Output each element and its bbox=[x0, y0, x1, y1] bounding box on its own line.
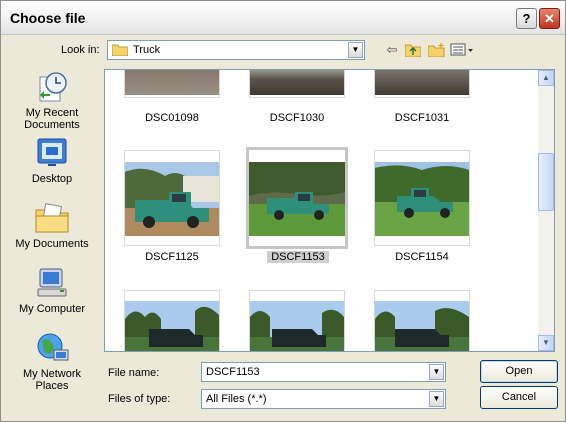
place-my-recent-documents[interactable]: My Recent Documents bbox=[7, 71, 97, 131]
close-button[interactable]: ✕ bbox=[539, 8, 560, 29]
help-button[interactable]: ? bbox=[516, 8, 537, 29]
thumbnail-frame[interactable] bbox=[124, 70, 220, 98]
views-menu-icon[interactable] bbox=[449, 41, 475, 59]
back-arrow-icon[interactable]: ⇦ bbox=[382, 41, 402, 59]
thumbnail-frame[interactable] bbox=[249, 290, 345, 351]
place-desktop[interactable]: Desktop bbox=[7, 137, 97, 185]
scroll-down-icon[interactable]: ▼ bbox=[538, 335, 554, 351]
files-of-type-label: Files of type: bbox=[108, 393, 171, 405]
photo-thumbnail bbox=[125, 70, 219, 95]
file-name-label-selected[interactable]: DSCF1153 bbox=[267, 251, 329, 263]
file-name-value: DSCF1153 bbox=[206, 366, 260, 378]
files-of-type-select[interactable]: All Files (*.*) ▼ bbox=[201, 389, 446, 409]
place-my-documents[interactable]: My Documents bbox=[7, 202, 97, 250]
thumbnail-frame[interactable] bbox=[374, 70, 470, 98]
file-name-label[interactable]: DSCF1154 bbox=[362, 251, 482, 263]
thumbnail-frame[interactable] bbox=[124, 150, 220, 246]
photo-thumbnail bbox=[375, 301, 469, 351]
photo-thumbnail bbox=[249, 162, 345, 236]
files-of-type-value: All Files (*.*) bbox=[206, 393, 267, 405]
file-list-view[interactable]: DSC01098 DSCF1030 DSCF1031 DSCF1125 DSCF… bbox=[104, 69, 555, 352]
photo-thumbnail bbox=[375, 70, 469, 95]
look-in-label: Look in: bbox=[61, 44, 100, 56]
dialog-title: Choose file bbox=[10, 10, 86, 26]
scrollbar-thumb[interactable] bbox=[538, 153, 554, 211]
file-name-label[interactable]: DSCF1031 bbox=[362, 112, 482, 124]
thumbnail-frame[interactable] bbox=[249, 70, 345, 98]
choose-file-dialog: Choose file ? ✕ Look in: Truck ▼ ⇦ My Re… bbox=[0, 0, 566, 422]
look-in-dropdown[interactable]: Truck ▼ bbox=[107, 40, 365, 60]
title-bar: Choose file ? ✕ bbox=[1, 1, 565, 35]
chevron-down-icon[interactable]: ▼ bbox=[429, 391, 444, 407]
scroll-up-icon[interactable]: ▲ bbox=[538, 70, 554, 86]
cancel-button[interactable]: Cancel bbox=[480, 386, 558, 409]
recent-documents-icon bbox=[39, 72, 67, 102]
place-my-network-places[interactable]: My Network Places bbox=[7, 332, 97, 392]
photo-thumbnail bbox=[125, 162, 219, 236]
chevron-down-icon[interactable]: ▼ bbox=[429, 364, 444, 380]
folder-icon bbox=[112, 44, 128, 56]
file-name-label[interactable]: DSC01098 bbox=[112, 112, 232, 124]
photo-thumbnail bbox=[125, 301, 219, 351]
my-documents-icon bbox=[35, 203, 69, 233]
network-places-icon bbox=[37, 333, 69, 361]
open-button[interactable]: Open bbox=[480, 360, 558, 383]
thumbnail-frame-selected[interactable] bbox=[246, 147, 348, 249]
file-name-input[interactable]: DSCF1153 ▼ bbox=[201, 362, 446, 382]
up-folder-icon[interactable] bbox=[403, 41, 423, 59]
thumbnail-frame[interactable] bbox=[124, 290, 220, 351]
desktop-icon bbox=[37, 138, 67, 166]
thumbnail-frame[interactable] bbox=[374, 290, 470, 351]
places-bar: My Recent Documents Desktop My Documents bbox=[7, 65, 97, 415]
chevron-down-icon[interactable]: ▼ bbox=[348, 42, 363, 58]
my-computer-icon bbox=[37, 268, 67, 297]
vertical-scrollbar[interactable]: ▲ ▼ bbox=[538, 70, 554, 351]
file-name-label[interactable]: DSCF1125 bbox=[112, 251, 232, 263]
new-folder-icon[interactable] bbox=[426, 41, 446, 59]
photo-thumbnail bbox=[250, 70, 344, 95]
look-in-value: Truck bbox=[133, 44, 161, 56]
place-my-computer[interactable]: My Computer bbox=[7, 267, 97, 315]
file-name-label[interactable]: DSCF1030 bbox=[237, 112, 357, 124]
file-name-label: File name: bbox=[108, 367, 160, 379]
photo-thumbnail bbox=[250, 301, 344, 351]
thumbnail-frame[interactable] bbox=[374, 150, 470, 246]
photo-thumbnail bbox=[375, 162, 469, 236]
